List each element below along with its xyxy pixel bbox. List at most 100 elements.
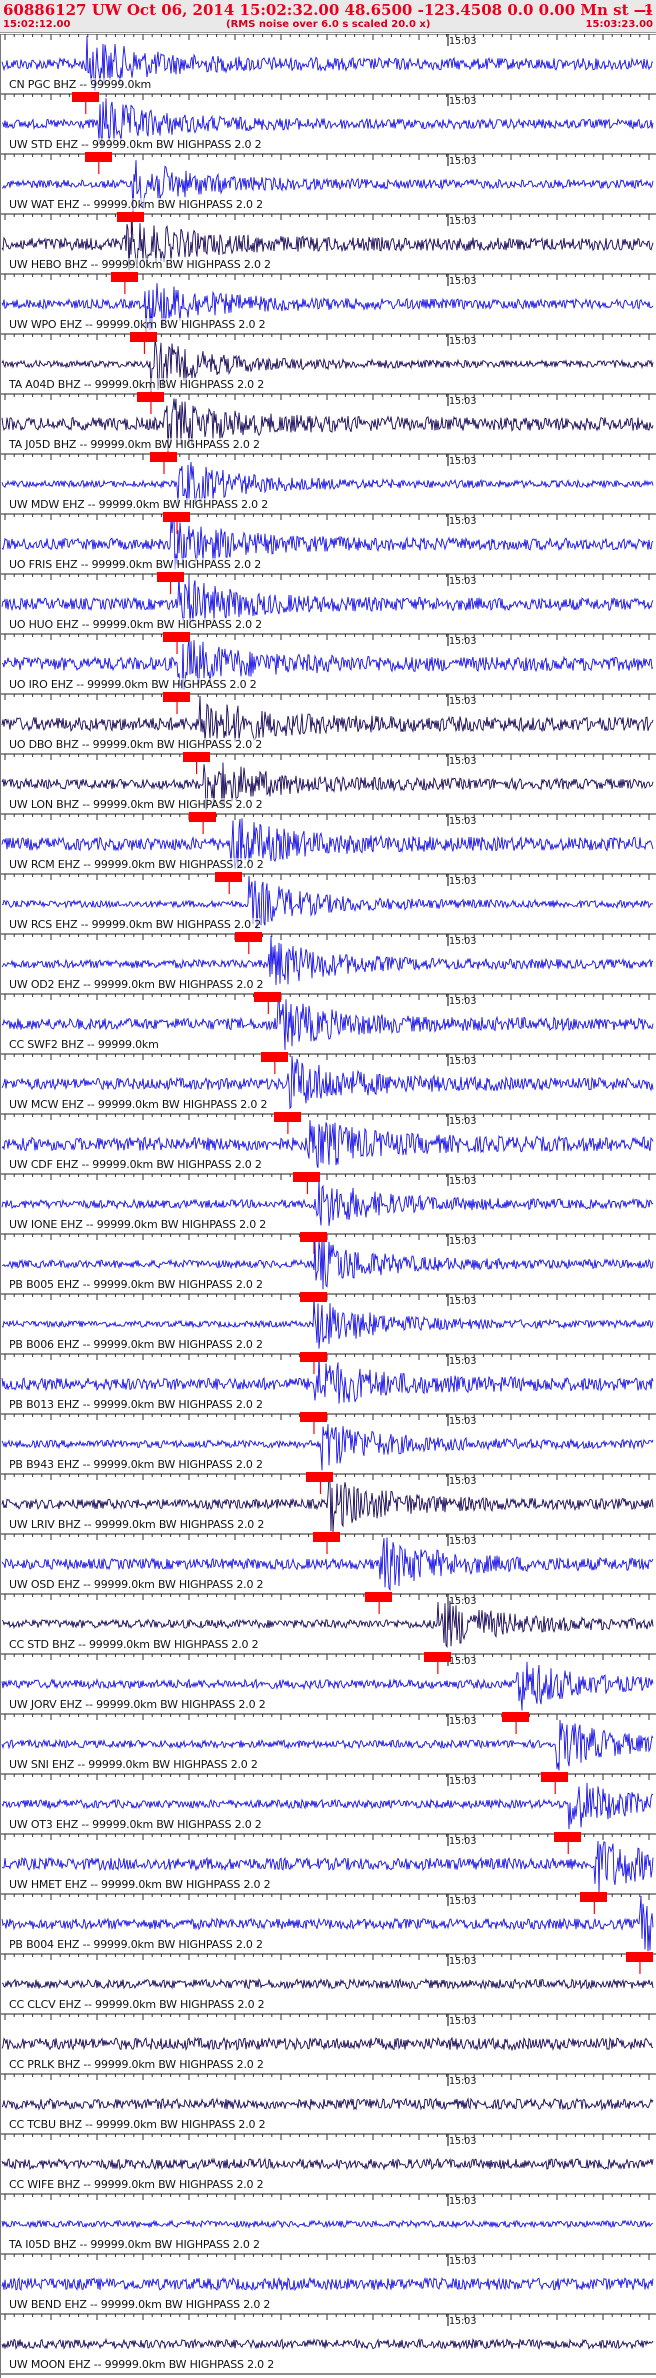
station-label: CC WIFE BHZ -- 99999.0km BW HIGHPASS 2.0… — [9, 2178, 264, 2191]
station-label: UO IRO EHZ -- 99999.0km BW HIGHPASS 2.0 … — [9, 678, 257, 691]
station-label: UW RCM EHZ -- 99999.0km BW HIGHPASS 2.0 … — [9, 858, 264, 871]
phase-pick-marker[interactable] — [541, 1772, 569, 1782]
waveform-trace — [1, 2157, 654, 2171]
minute-label: 15:03 — [449, 1416, 477, 1427]
station-label: UW IONE EHZ -- 99999.0km BW HIGHPASS 2.0… — [9, 1218, 267, 1231]
station-label: UW OD2 EHZ -- 99999.0km BW HIGHPASS 2.0 … — [9, 978, 264, 991]
phase-pick-marker[interactable] — [117, 212, 145, 222]
minute-label: 15:03 — [449, 2136, 477, 2147]
phase-pick-marker[interactable] — [150, 452, 177, 462]
phase-pick-marker[interactable] — [156, 572, 184, 582]
station-label: TA A04D BHZ -- 99999.0km BW HIGHPASS 2.0… — [9, 378, 265, 391]
minute-label: 15:03 — [449, 1836, 477, 1847]
phase-pick-marker[interactable] — [84, 152, 112, 162]
minute-label: 15:03 — [449, 1656, 477, 1667]
station-label: UO HUO EHZ -- 99999.0km BW HIGHPASS 2.0 … — [9, 618, 262, 631]
phase-pick-marker[interactable] — [136, 392, 164, 402]
phase-pick-marker[interactable] — [306, 1472, 334, 1482]
station-label: CC PRLK BHZ -- 99999.0km BW HIGHPASS 2.0… — [9, 2058, 264, 2071]
minute-label: 15:03 — [449, 2016, 477, 2027]
minute-label: 15:03 — [449, 96, 477, 107]
station-label: CC TCBU BHZ -- 99999.0km BW HIGHPASS 2.0… — [9, 2118, 266, 2131]
phase-pick-marker[interactable] — [163, 512, 191, 522]
phase-pick-marker[interactable] — [313, 1532, 340, 1542]
minute-label: 15:03 — [449, 2196, 477, 2207]
minute-label: 15:03 — [449, 1596, 477, 1607]
station-label: UW MDW EHZ -- 99999.0km BW HIGHPASS 2.0 … — [9, 498, 269, 511]
minute-label: 15:03 — [449, 1896, 477, 1907]
phase-pick-marker[interactable] — [299, 1352, 327, 1362]
station-label: PB B943 EHZ -- 99999.0km BW HIGHPASS 2.0… — [9, 1458, 263, 1471]
station-label: UW WPO EHZ -- 99999.0km BW HIGHPASS 2.0 … — [9, 318, 266, 331]
station-label: CC STD BHZ -- 99999.0km BW HIGHPASS 2.0 … — [9, 1638, 259, 1651]
waveform-trace — [1, 1977, 654, 1990]
waveform-trace — [1, 695, 654, 742]
phase-pick-marker[interactable] — [423, 1652, 451, 1662]
minute-label: 15:03 — [449, 2076, 477, 2087]
phase-pick-marker[interactable] — [182, 752, 210, 762]
station-label: UW JORV EHZ -- 99999.0km BW HIGHPASS 2.0… — [9, 1698, 266, 1711]
minute-label: 15:03 — [449, 516, 477, 527]
minute-label: 15:03 — [449, 396, 477, 407]
station-label: UW OT3 EHZ -- 99999.0km BW HIGHPASS 2.0 … — [9, 1818, 262, 1831]
phase-pick-marker[interactable] — [163, 632, 191, 642]
station-label: UW MCW EHZ -- 99999.0km BW HIGHPASS 2.0 … — [9, 1098, 268, 1111]
station-label: UW RCS EHZ -- 99999.0km BW HIGHPASS 2.0 … — [9, 918, 261, 931]
minute-label: 15:03 — [449, 1176, 477, 1187]
station-label: UW SNI EHZ -- 99999.0km BW HIGHPASS 2.0 … — [9, 1758, 258, 1771]
station-label: TA J05D BHZ -- 99999.0km BW HIGHPASS 2.0… — [9, 438, 260, 451]
phase-pick-marker[interactable] — [260, 1052, 288, 1062]
station-label: UW BEND EHZ -- 99999.0km BW HIGHPASS 2.0… — [9, 2298, 271, 2311]
station-label: CC CLCV EHZ -- 99999.0km BW HIGHPASS 2.0… — [9, 1998, 265, 2011]
minute-label: 15:03 — [449, 1776, 477, 1787]
station-label: PB B013 EHZ -- 99999.0km BW HIGHPASS 2.0… — [9, 1398, 263, 1411]
station-label: UW WAT EHZ -- 99999.0km BW HIGHPASS 2.0 … — [9, 198, 263, 211]
minute-label: 15:03 — [449, 816, 477, 827]
minute-label: 15:03 — [449, 2316, 477, 2327]
station-label: UW CDF EHZ -- 99999.0km BW HIGHPASS 2.0 … — [9, 1158, 262, 1171]
phase-pick-marker[interactable] — [299, 1292, 327, 1302]
minute-label: 15:03 — [449, 1056, 477, 1067]
phase-pick-marker[interactable] — [215, 872, 243, 882]
station-label: UW HMET EHZ -- 99999.0km BW HIGHPASS 2.0… — [9, 1878, 271, 1891]
phase-pick-marker[interactable] — [299, 1232, 327, 1242]
minute-label: 15:03 — [449, 876, 477, 887]
waveform-trace — [1, 2276, 654, 2292]
station-label: CC SWF2 BHZ -- 99999.0km — [9, 1038, 159, 1051]
phase-pick-marker[interactable] — [189, 812, 217, 822]
station-label: PB B005 EHZ -- 99999.0km BW HIGHPASS 2.0… — [9, 1278, 263, 1291]
phase-pick-marker[interactable] — [293, 1172, 321, 1182]
minute-label: 15:03 — [449, 1476, 477, 1487]
phase-pick-marker[interactable] — [554, 1832, 582, 1842]
station-label: PB B006 EHZ -- 99999.0km BW HIGHPASS 2.0… — [9, 1338, 263, 1351]
phase-pick-marker[interactable] — [254, 992, 282, 1002]
station-label: UW OSD EHZ -- 99999.0km BW HIGHPASS 2.0 … — [9, 1578, 264, 1591]
phase-pick-marker[interactable] — [130, 332, 158, 342]
waveform-trace — [1, 2337, 654, 2350]
station-label: UO FRIS EHZ -- 99999.0km BW HIGHPASS 2.0… — [9, 558, 262, 571]
waveform-trace — [1, 2219, 654, 2229]
station-label: UW LRIV BHZ -- 99999.0km BW HIGHPASS 2.0… — [9, 1518, 265, 1531]
phase-pick-marker[interactable] — [71, 92, 99, 102]
minute-label: 15:03 — [449, 36, 477, 47]
phase-pick-marker[interactable] — [299, 1412, 327, 1422]
noise-note: (RMS noise over 6.0 s scaled 20.0 x) — [226, 19, 431, 30]
phase-pick-marker[interactable] — [234, 932, 262, 942]
minute-label: 15:03 — [449, 1236, 477, 1247]
waveform-trace — [1, 1356, 654, 1404]
phase-pick-marker[interactable] — [163, 692, 191, 702]
minute-label: 15:03 — [449, 996, 477, 1007]
minute-label: 15:03 — [449, 2256, 477, 2267]
station-label: UW HEBO BHZ -- 99999.0km BW HIGHPASS 2.0… — [9, 258, 271, 271]
minute-label: 15:03 — [449, 336, 477, 347]
phase-pick-marker[interactable] — [273, 1112, 301, 1122]
phase-pick-marker[interactable] — [365, 1592, 393, 1602]
phase-pick-marker[interactable] — [502, 1712, 530, 1722]
minute-label: 15:03 — [449, 1356, 477, 1367]
waveform-trace — [1, 2097, 654, 2111]
phase-pick-marker[interactable] — [110, 272, 138, 282]
minute-label: 15:03 — [449, 156, 477, 167]
minute-label: 15:03 — [449, 576, 477, 587]
phase-pick-marker[interactable] — [625, 1952, 653, 1962]
phase-pick-marker[interactable] — [580, 1892, 608, 1902]
